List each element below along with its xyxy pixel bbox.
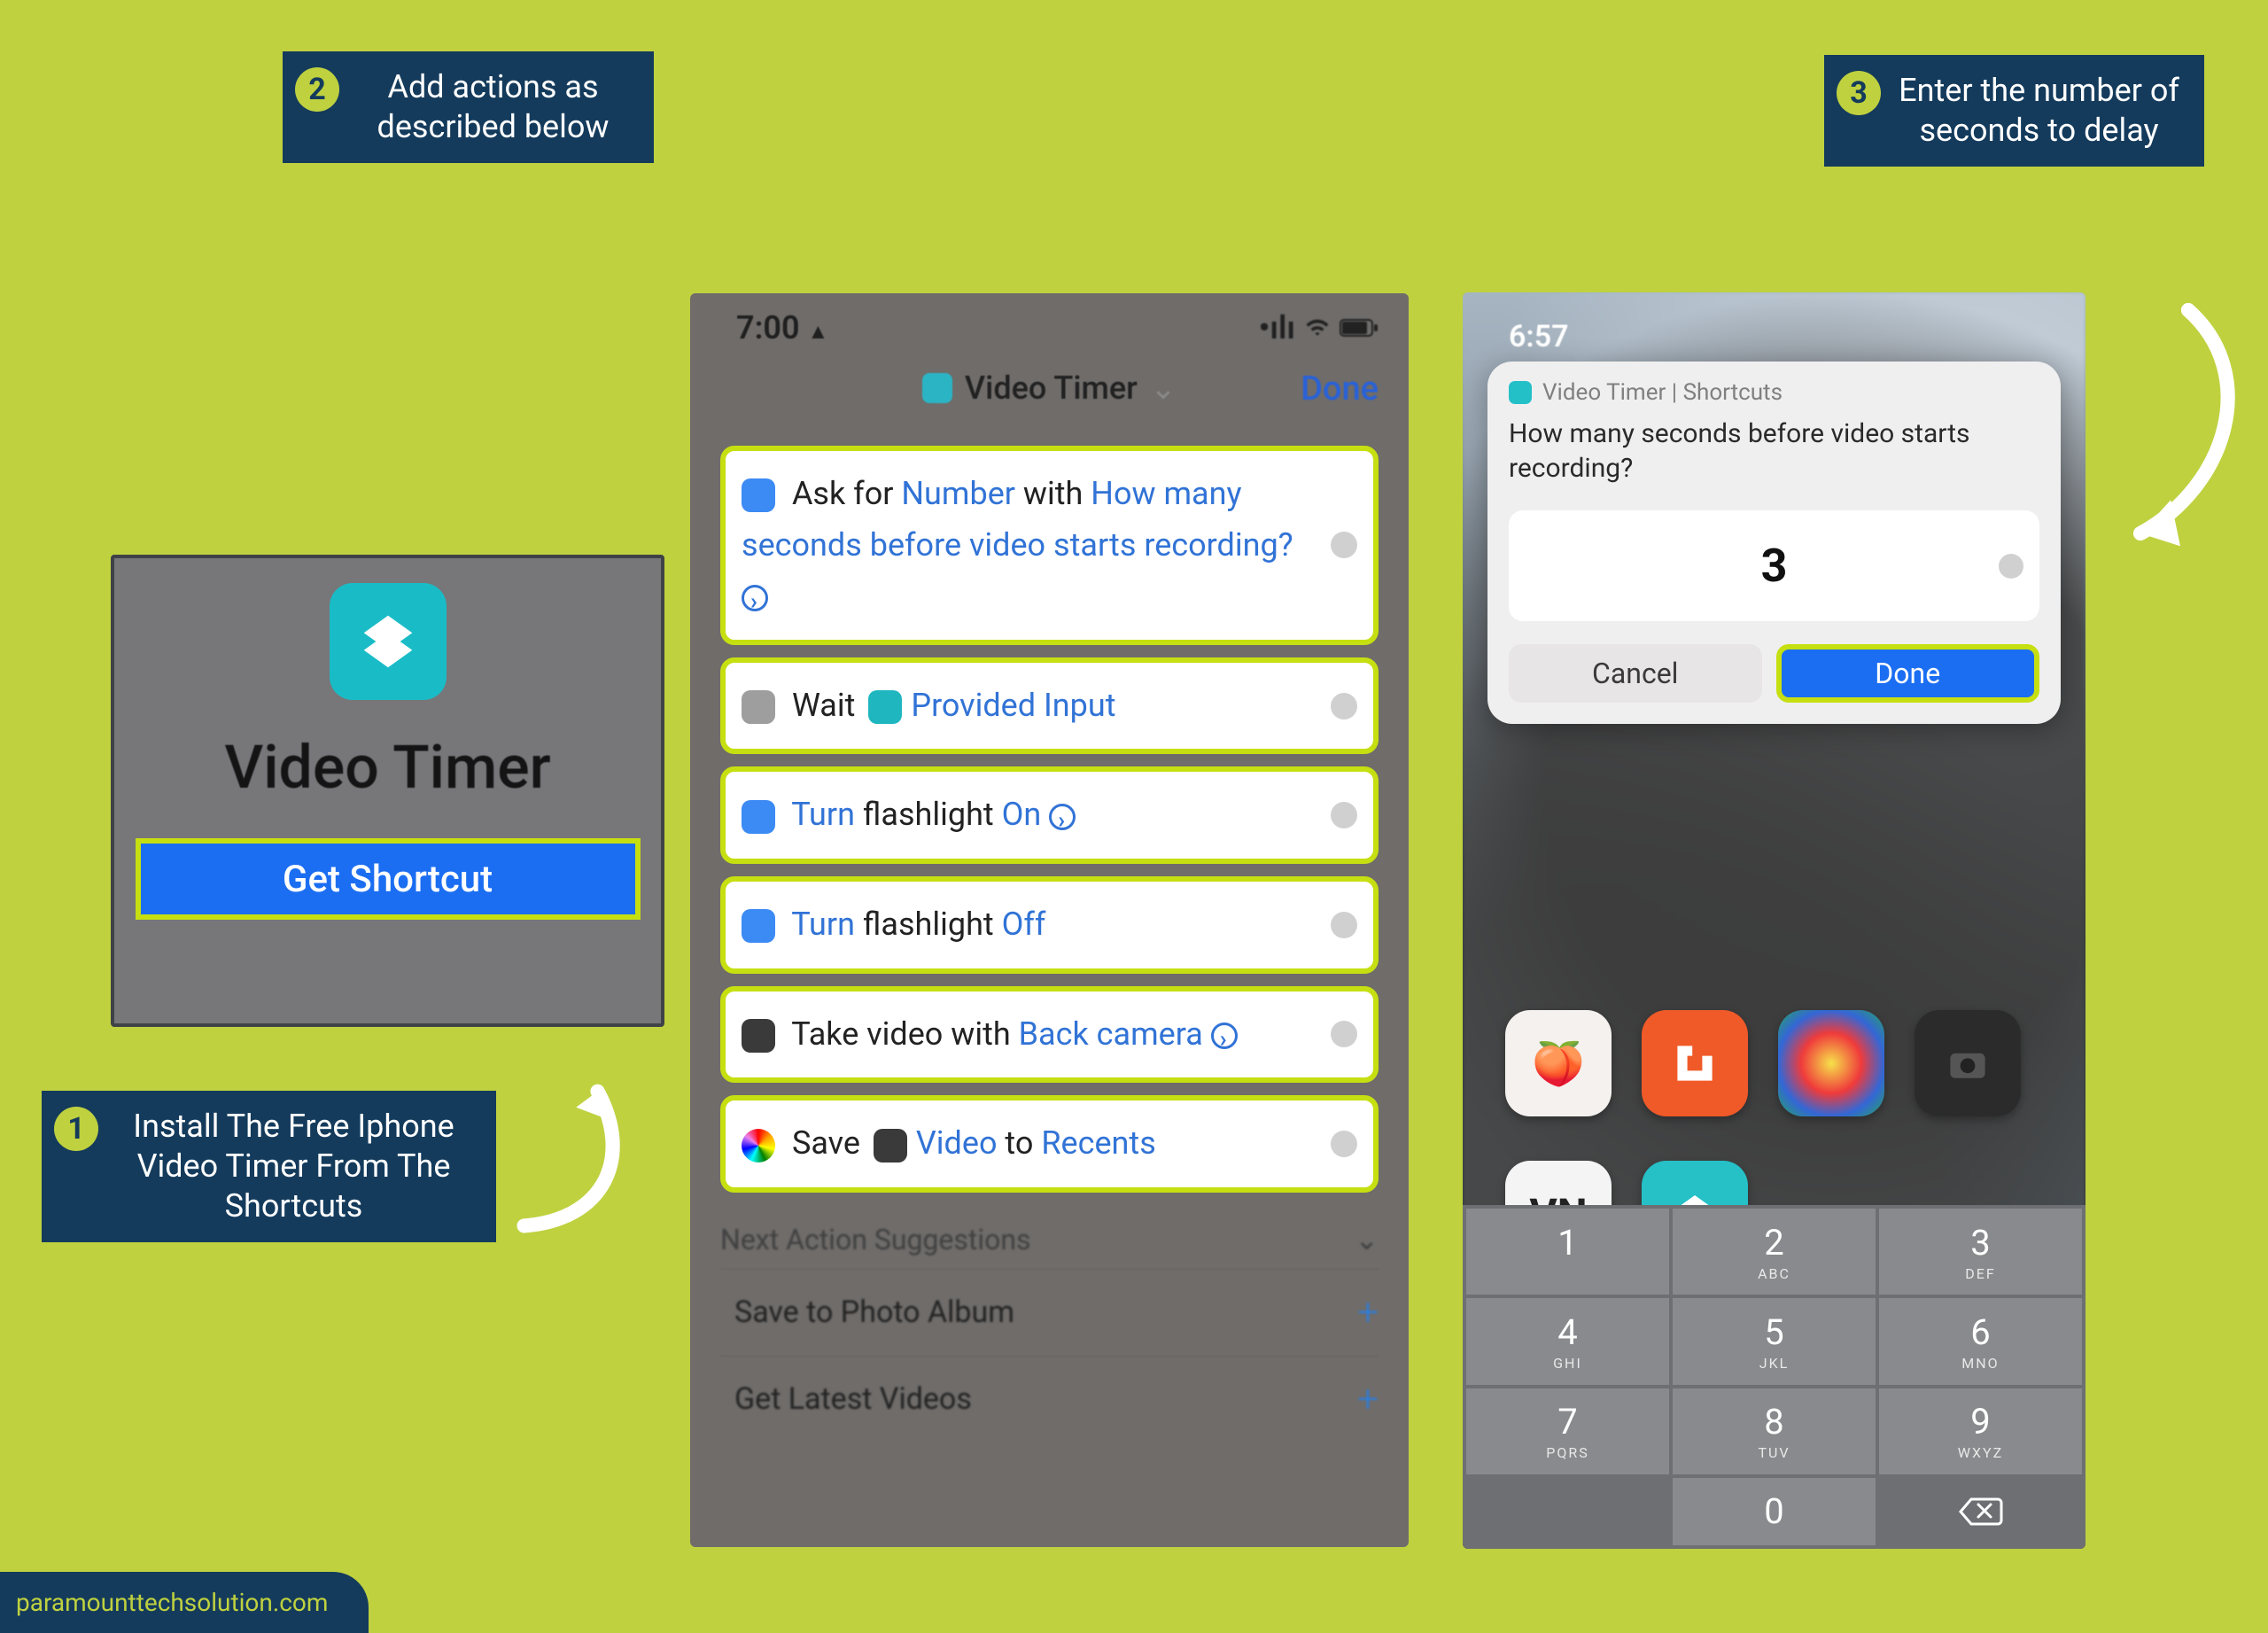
- expand-icon[interactable]: [742, 585, 768, 611]
- step-number-2: 2: [295, 67, 339, 112]
- status-time: 6:57: [1509, 319, 1569, 354]
- app-icon-3[interactable]: [1778, 1010, 1884, 1116]
- step-number-1: 1: [54, 1107, 98, 1151]
- arrow-step1: [479, 1059, 672, 1245]
- expand-icon[interactable]: [1049, 804, 1076, 830]
- action-save-video[interactable]: Save Video to Recents: [720, 1095, 1379, 1193]
- remove-icon[interactable]: [1331, 912, 1357, 938]
- header-title: Video Timer: [965, 369, 1138, 407]
- shortcut-title: Video Timer: [224, 732, 550, 803]
- remove-icon[interactable]: [1331, 693, 1357, 719]
- flashlight-icon: [742, 800, 775, 834]
- prompt-text: How many seconds before video starts rec…: [1509, 416, 2039, 486]
- arrow-step3: [2109, 292, 2268, 567]
- key-blank: [1466, 1478, 1669, 1545]
- expand-icon[interactable]: [1211, 1023, 1238, 1049]
- key-backspace[interactable]: [1879, 1478, 2082, 1545]
- ask-icon: [742, 478, 775, 512]
- callout-step-3: 3 Enter the number of seconds to delay: [1824, 55, 2204, 167]
- action-ask-for-input[interactable]: Ask for Number with How many seconds bef…: [720, 446, 1379, 645]
- shortcuts-app-icon: [330, 583, 447, 700]
- done-button[interactable]: Done: [1776, 644, 2040, 703]
- key-6[interactable]: 6MNO: [1879, 1298, 2082, 1384]
- shortcut-icon: [1509, 381, 1532, 404]
- photos-icon: [742, 1129, 775, 1163]
- status-time: 7:00 ▲: [736, 309, 828, 346]
- panel-get-shortcut: Video Timer Get Shortcut: [111, 555, 664, 1027]
- status-icons: •ılı: [1259, 309, 1379, 346]
- clear-icon[interactable]: [1999, 554, 2023, 579]
- key-4[interactable]: 4GHI: [1466, 1298, 1669, 1384]
- numeric-keypad: 1 2ABC 3DEF 4GHI 5JKL 6MNO 7PQRS 8TUV 9W…: [1463, 1205, 2085, 1549]
- app-icon-camera[interactable]: [1915, 1010, 2021, 1116]
- status-bar: 7:00 ▲ •ılı: [690, 293, 1409, 352]
- done-link[interactable]: Done: [1301, 369, 1379, 408]
- key-0[interactable]: 0: [1673, 1478, 1876, 1545]
- wifi-icon: [1304, 315, 1331, 341]
- key-7[interactable]: 7PQRS: [1466, 1388, 1669, 1474]
- remove-icon[interactable]: [1331, 1131, 1357, 1157]
- step-text-1: Install The Free Iphone Video Timer From…: [116, 1107, 471, 1226]
- shortcut-icon: [922, 373, 952, 403]
- suggestions-header: Next Action Suggestions⌄: [720, 1223, 1379, 1256]
- seconds-input[interactable]: 3: [1509, 510, 2039, 621]
- action-take-video[interactable]: Take video with Back camera: [720, 986, 1379, 1084]
- panel-shortcut-editor: 7:00 ▲ •ılı Video Timer ⌄ Done Ask for N…: [690, 293, 1409, 1547]
- signal-icon: •ılı: [1259, 309, 1295, 346]
- suggestion-get-latest-videos[interactable]: Get Latest Videos +: [720, 1356, 1379, 1442]
- callout-step-1: 1 Install The Free Iphone Video Timer Fr…: [42, 1091, 496, 1242]
- key-5[interactable]: 5JKL: [1673, 1298, 1876, 1384]
- plus-icon[interactable]: +: [1357, 1378, 1379, 1421]
- flashlight-icon: [742, 909, 775, 943]
- key-1[interactable]: 1: [1466, 1209, 1669, 1295]
- remove-icon[interactable]: [1331, 1021, 1357, 1047]
- key-2[interactable]: 2ABC: [1673, 1209, 1876, 1295]
- app-row-1: 🍑: [1505, 1010, 2021, 1116]
- input-token-icon: [868, 690, 902, 724]
- get-shortcut-button[interactable]: Get Shortcut: [136, 838, 641, 920]
- key-9[interactable]: 9WXYZ: [1879, 1388, 2082, 1474]
- prompt-sheet: Video Timer | Shortcuts How many seconds…: [1487, 362, 2061, 724]
- chevron-down-icon[interactable]: ⌄: [1355, 1223, 1379, 1256]
- step-number-3: 3: [1837, 71, 1881, 115]
- editor-header: Video Timer ⌄ Done: [690, 352, 1409, 433]
- callout-step-2: 2 Add actions as described below: [283, 51, 654, 163]
- key-3[interactable]: 3DEF: [1879, 1209, 2082, 1295]
- suggestion-save-photo-album[interactable]: Save to Photo Album +: [720, 1269, 1379, 1356]
- plus-icon[interactable]: +: [1357, 1291, 1379, 1334]
- action-flashlight-on[interactable]: Turn flashlight On: [720, 766, 1379, 864]
- source-tag: paramounttechsolution.com: [0, 1572, 369, 1633]
- seconds-value: 3: [1761, 539, 1788, 593]
- remove-icon[interactable]: [1331, 532, 1357, 558]
- remove-icon[interactable]: [1331, 802, 1357, 828]
- chevron-down-icon[interactable]: ⌄: [1150, 369, 1177, 407]
- sheet-title: Video Timer | Shortcuts: [1509, 379, 2039, 406]
- app-icon-1[interactable]: 🍑: [1505, 1010, 1612, 1116]
- step-text-3: Enter the number of seconds to delay: [1899, 71, 2179, 151]
- action-flashlight-off[interactable]: Turn flashlight Off: [720, 876, 1379, 974]
- app-icon-2[interactable]: [1642, 1010, 1748, 1116]
- wait-icon: [742, 690, 775, 724]
- camera-icon: [742, 1019, 775, 1053]
- cancel-button[interactable]: Cancel: [1509, 644, 1762, 703]
- step-text-2: Add actions as described below: [357, 67, 629, 147]
- battery-icon: [1340, 317, 1379, 338]
- key-8[interactable]: 8TUV: [1673, 1388, 1876, 1474]
- video-token-icon: [874, 1129, 907, 1163]
- action-wait[interactable]: Wait Provided Input: [720, 657, 1379, 755]
- panel-prompt-seconds: 6:57 Video Timer | Shortcuts How many se…: [1463, 292, 2085, 1549]
